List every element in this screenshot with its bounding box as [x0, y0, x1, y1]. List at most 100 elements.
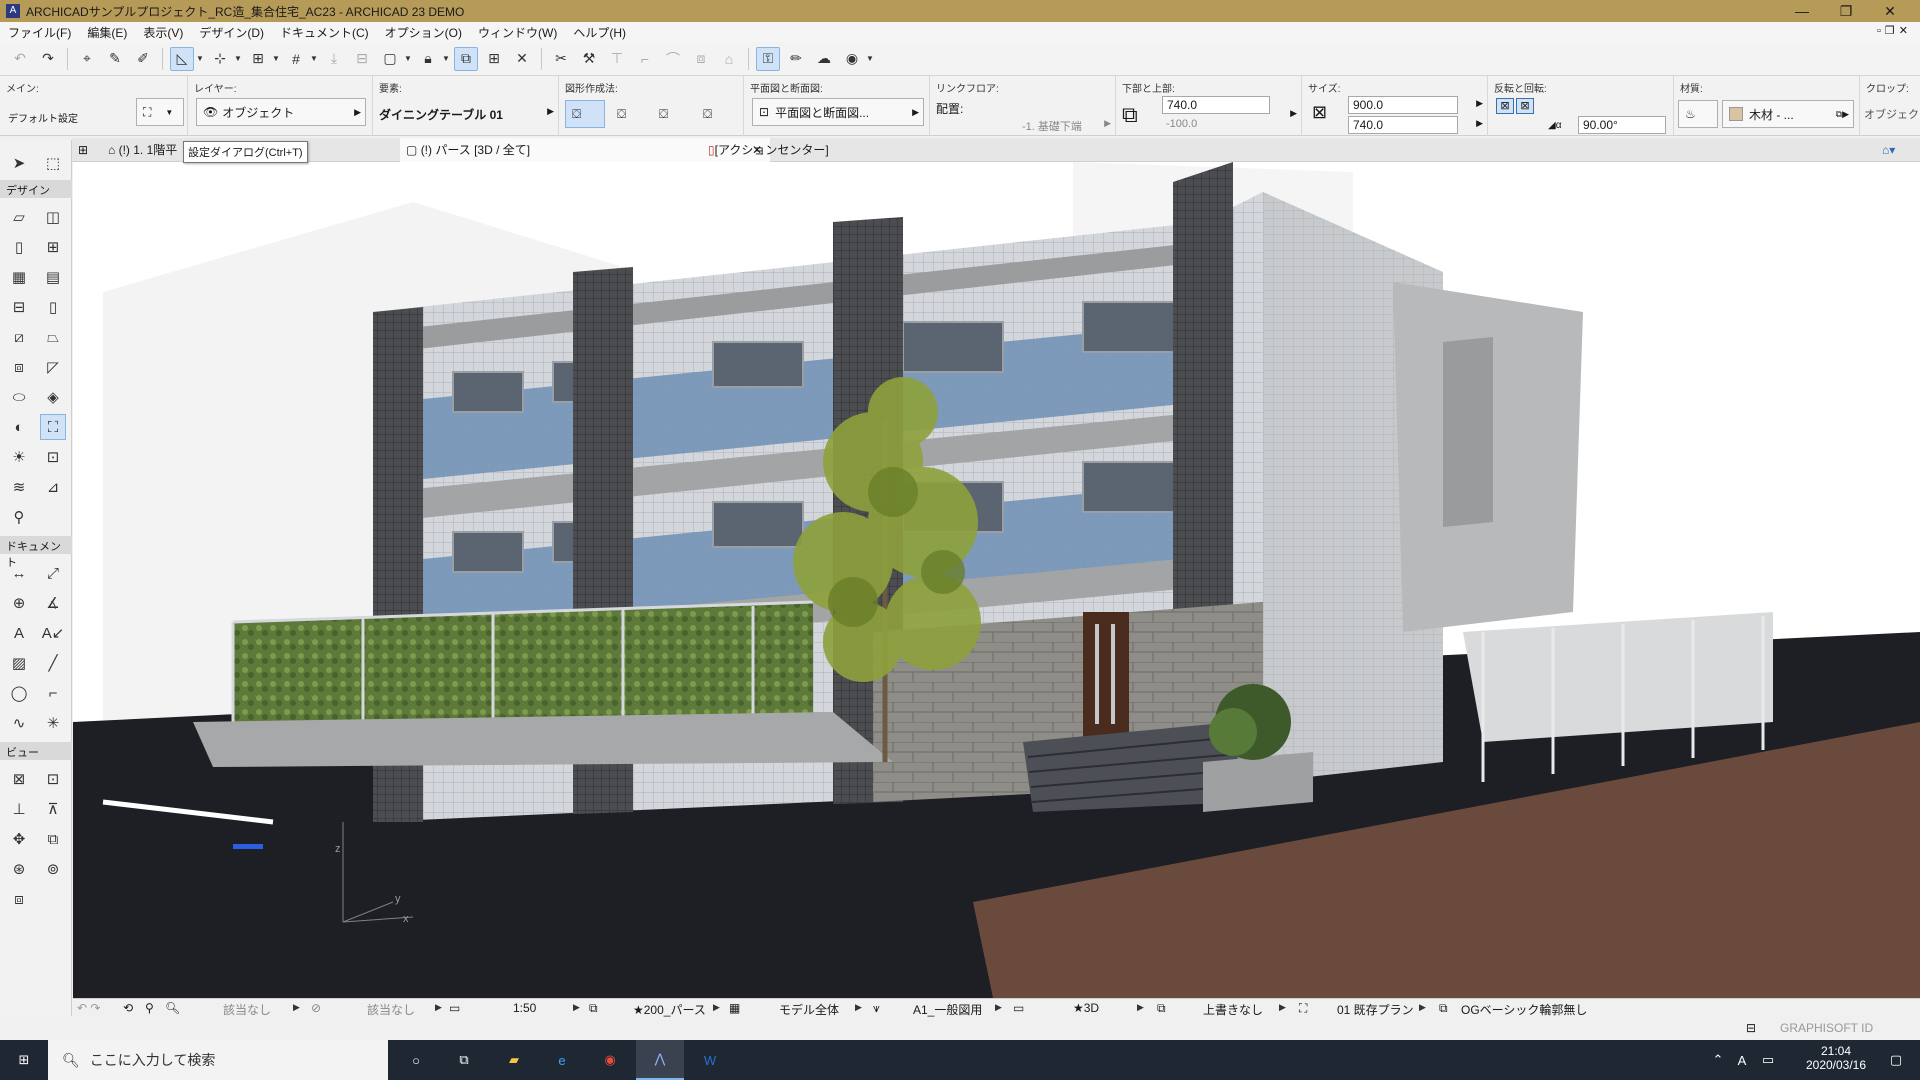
size-y-field[interactable]: 740.0	[1348, 116, 1458, 134]
geometry-method-4-icon[interactable]: ⛋	[697, 100, 733, 128]
snap-points-icon[interactable]: ⊹	[208, 47, 232, 71]
design-section-header[interactable]: デザイン	[0, 180, 72, 198]
section-tool-icon[interactable]: ⊠	[6, 766, 32, 792]
cloud-icon[interactable]: ☁	[812, 47, 836, 71]
undo-icon[interactable]: ↶	[8, 47, 32, 71]
menu-document[interactable]: ドキュメント(C)	[272, 24, 377, 41]
windows-start-icon[interactable]: ⊞	[0, 1040, 48, 1080]
mesh-tool-icon[interactable]: ⬭	[6, 384, 32, 410]
3d-style-select[interactable]: ★3D	[1073, 1001, 1099, 1015]
plan-section-button[interactable]: ⊡ 平面図と断面図... ▶	[752, 98, 924, 126]
marquee-tool-icon[interactable]: ⬚	[40, 150, 66, 176]
curtain-wall-tool-icon[interactable]: ▦	[6, 264, 32, 290]
menu-help[interactable]: ヘルプ(H)	[565, 24, 634, 41]
redo-icon[interactable]: ⊘	[311, 1001, 321, 1015]
material-override-icon[interactable]: ♨	[1678, 100, 1718, 128]
window-icon[interactable]: ⊟	[1746, 1021, 1756, 1035]
placement-floor[interactable]: -1. 基礎下端	[1022, 118, 1082, 134]
chevron-down-icon[interactable]: ▼	[196, 54, 206, 63]
chrome-icon[interactable]: ◉	[586, 1040, 634, 1080]
suspend-groups-icon[interactable]: ⧉	[454, 46, 478, 71]
snap-guides-icon[interactable]: ◺	[170, 46, 194, 71]
skylight-tool-icon[interactable]: ▯	[40, 294, 66, 320]
syringe-icon[interactable]: ✐	[131, 47, 155, 71]
navigator-icon[interactable]: ⊞	[72, 138, 100, 162]
menu-window[interactable]: ウィンドウ(W)	[470, 24, 565, 41]
orbit-icon[interactable]: ⟲	[123, 1001, 133, 1015]
polyline-tool-icon[interactable]: ⌐	[40, 680, 66, 706]
ime-indicator[interactable]: A	[1730, 1040, 1754, 1080]
angle-field[interactable]: 90.00°	[1578, 116, 1666, 134]
edge-icon[interactable]: e	[538, 1040, 586, 1080]
size-x-field[interactable]: 900.0	[1348, 96, 1458, 114]
menu-edit[interactable]: 編集(E)	[79, 24, 135, 41]
document-section-header[interactable]: ドキュメント	[0, 536, 72, 569]
door-tool-icon[interactable]: ◫	[40, 204, 66, 230]
split-icon[interactable]: ✂	[549, 47, 573, 71]
undo-view-icon[interactable]: ↶ ↷	[77, 1001, 100, 1015]
table-icon[interactable]: ⊞	[482, 47, 506, 71]
pick-up-icon[interactable]: ⌖	[75, 47, 99, 71]
fill-tool-icon[interactable]: ▨	[6, 650, 32, 676]
beam-tool-icon[interactable]: ⊟	[6, 294, 32, 320]
chevron-down-icon[interactable]: ▼	[310, 54, 320, 63]
tray-chevron-icon[interactable]: ⌃	[1706, 1040, 1730, 1080]
top-height-field[interactable]: 740.0	[1162, 96, 1270, 114]
dimension-tool-icon[interactable]: ↔	[6, 560, 32, 586]
chevron-down-icon[interactable]: ▼	[442, 54, 452, 63]
layout-toggle-icon[interactable]: ⌂▾	[1876, 138, 1916, 162]
marquee-icon[interactable]: ▢	[378, 47, 402, 71]
model-view-select[interactable]: モデル全体	[779, 1001, 839, 1018]
wall-tool-icon[interactable]: ▱	[6, 204, 32, 230]
taskbar-search[interactable]: 🔍︎ ここに入力して検索	[48, 1040, 388, 1080]
arrow-tool-icon[interactable]: ➤	[6, 150, 32, 176]
marker-tool-icon[interactable]: ⚲	[6, 504, 32, 530]
chevron-down-icon[interactable]: ▼	[234, 54, 244, 63]
roof-tool-icon[interactable]: ⏢	[40, 324, 66, 350]
fillet-icon[interactable]: ⌐	[633, 47, 657, 71]
mirror-icon[interactable]: ⊠	[1496, 98, 1514, 114]
label-tool-icon[interactable]: A↙	[40, 620, 66, 646]
morph-tool-icon[interactable]: ◈	[40, 384, 66, 410]
close-button[interactable]: ✕	[1868, 0, 1912, 22]
minimize-button[interactable]: —	[1780, 0, 1824, 22]
slab-tool-icon[interactable]: ⧈	[6, 354, 32, 380]
menu-options[interactable]: オプション(O)	[377, 24, 470, 41]
zone-tool-icon[interactable]: ◐	[6, 414, 32, 440]
roof-icon[interactable]: ⌂	[717, 47, 741, 71]
room-tool-icon[interactable]: ⊡	[40, 444, 66, 470]
curve-icon[interactable]: ⌒	[661, 47, 685, 71]
chevron-down-icon[interactable]: ▼	[404, 54, 414, 63]
change-tool-icon[interactable]: ⧉	[40, 826, 66, 852]
figure-tool-icon[interactable]: ⧈	[6, 886, 32, 912]
file-explorer-icon[interactable]: ▰	[490, 1040, 538, 1080]
hotspot-tool-icon[interactable]: ✳	[40, 710, 66, 736]
interior-elevation-tool-icon[interactable]: ⊥	[6, 796, 32, 822]
stair-tool-icon[interactable]: ▤	[40, 264, 66, 290]
text-tool-icon[interactable]: A	[6, 620, 32, 646]
graphisoft-id-link[interactable]: GRAPHISOFT ID	[1780, 1021, 1873, 1035]
geometry-method-1-icon[interactable]: ⛋	[565, 100, 605, 128]
battery-icon[interactable]: ▭	[1754, 1040, 1782, 1080]
redo-icon[interactable]: ↷	[36, 47, 60, 71]
eye-icon[interactable]: ◉	[840, 47, 864, 71]
detail-tool-icon[interactable]: ✥	[6, 826, 32, 852]
element-name[interactable]: ダイニングテーブル 01	[379, 106, 503, 123]
dimension-select[interactable]: A1_一般図用	[913, 1001, 982, 1018]
3d-viewport[interactable]: x y z	[73, 162, 1920, 998]
word-icon[interactable]: W	[686, 1040, 734, 1080]
shell-tool-icon[interactable]: ◸	[40, 354, 66, 380]
magic-wand-icon[interactable]: ⚿	[756, 46, 780, 71]
geometry-method-2-icon[interactable]: ⛋	[611, 100, 647, 128]
tab-action-center[interactable]: ▯[アクションセンター]	[702, 138, 922, 162]
spline-tool-icon[interactable]: ∿	[6, 710, 32, 736]
lock-icon[interactable]: 🔒︎	[416, 47, 440, 71]
undo-na-label[interactable]: 該当なし	[223, 1001, 271, 1018]
ramp-tool-icon[interactable]: ⊿	[40, 474, 66, 500]
material-select[interactable]: 木材 - ... ⧉▶	[1722, 100, 1854, 128]
redo-na-label[interactable]: 該当なし	[367, 1001, 415, 1018]
maximize-button[interactable]: ❐	[1824, 0, 1868, 22]
chevron-down-icon[interactable]: ▼	[866, 54, 876, 63]
camera-tool-icon[interactable]: ⊚	[40, 856, 66, 882]
grid-icon[interactable]: #	[284, 47, 308, 71]
